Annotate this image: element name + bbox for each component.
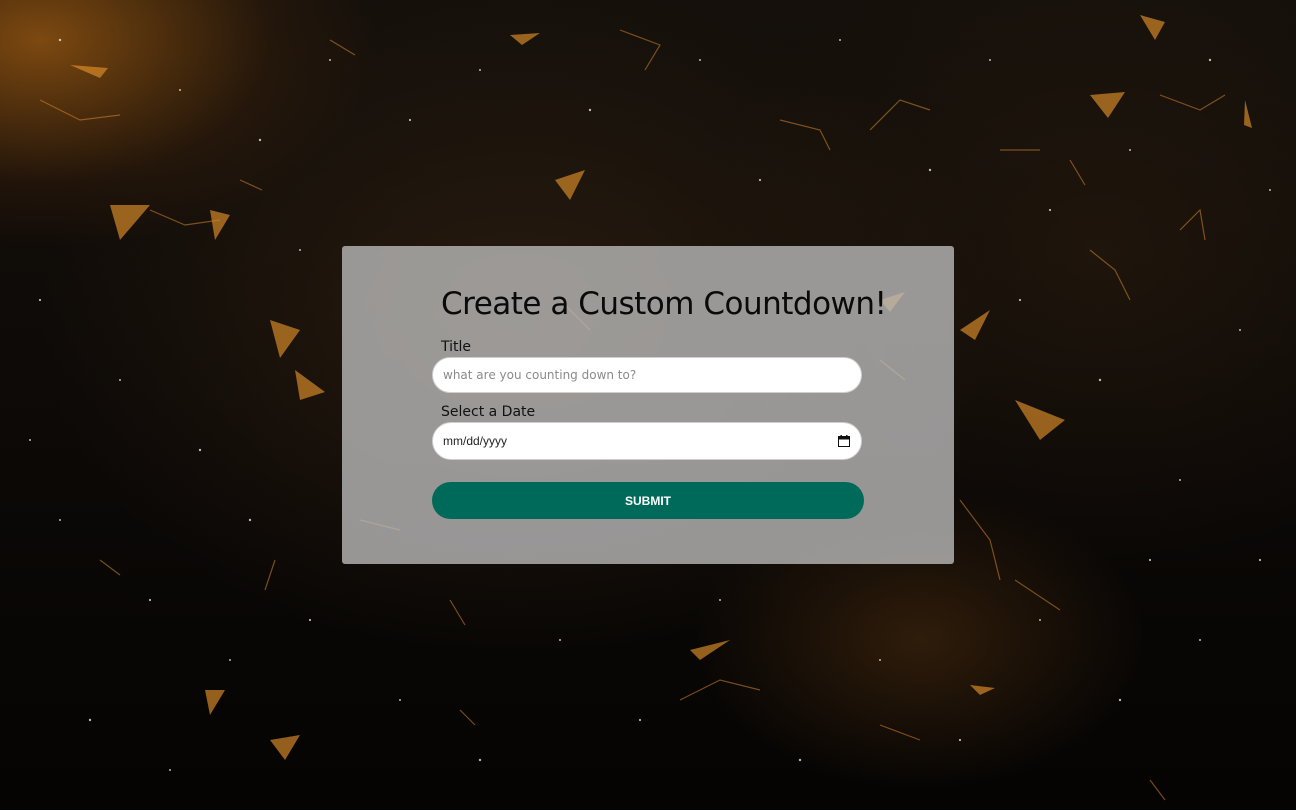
title-field-label: Title (441, 339, 472, 355)
date-field-label: Select a Date (441, 404, 536, 420)
calendar-icon[interactable] (838, 435, 850, 447)
form-title: Create a Custom Countdown! (441, 286, 887, 322)
submit-button[interactable]: SUBMIT (432, 482, 864, 519)
countdown-form-card: Create a Custom Countdown! Title Select … (342, 246, 954, 564)
date-input-placeholder: mm/dd/yyyy (443, 434, 508, 448)
title-input[interactable] (432, 357, 862, 393)
date-input[interactable]: mm/dd/yyyy (432, 422, 862, 460)
